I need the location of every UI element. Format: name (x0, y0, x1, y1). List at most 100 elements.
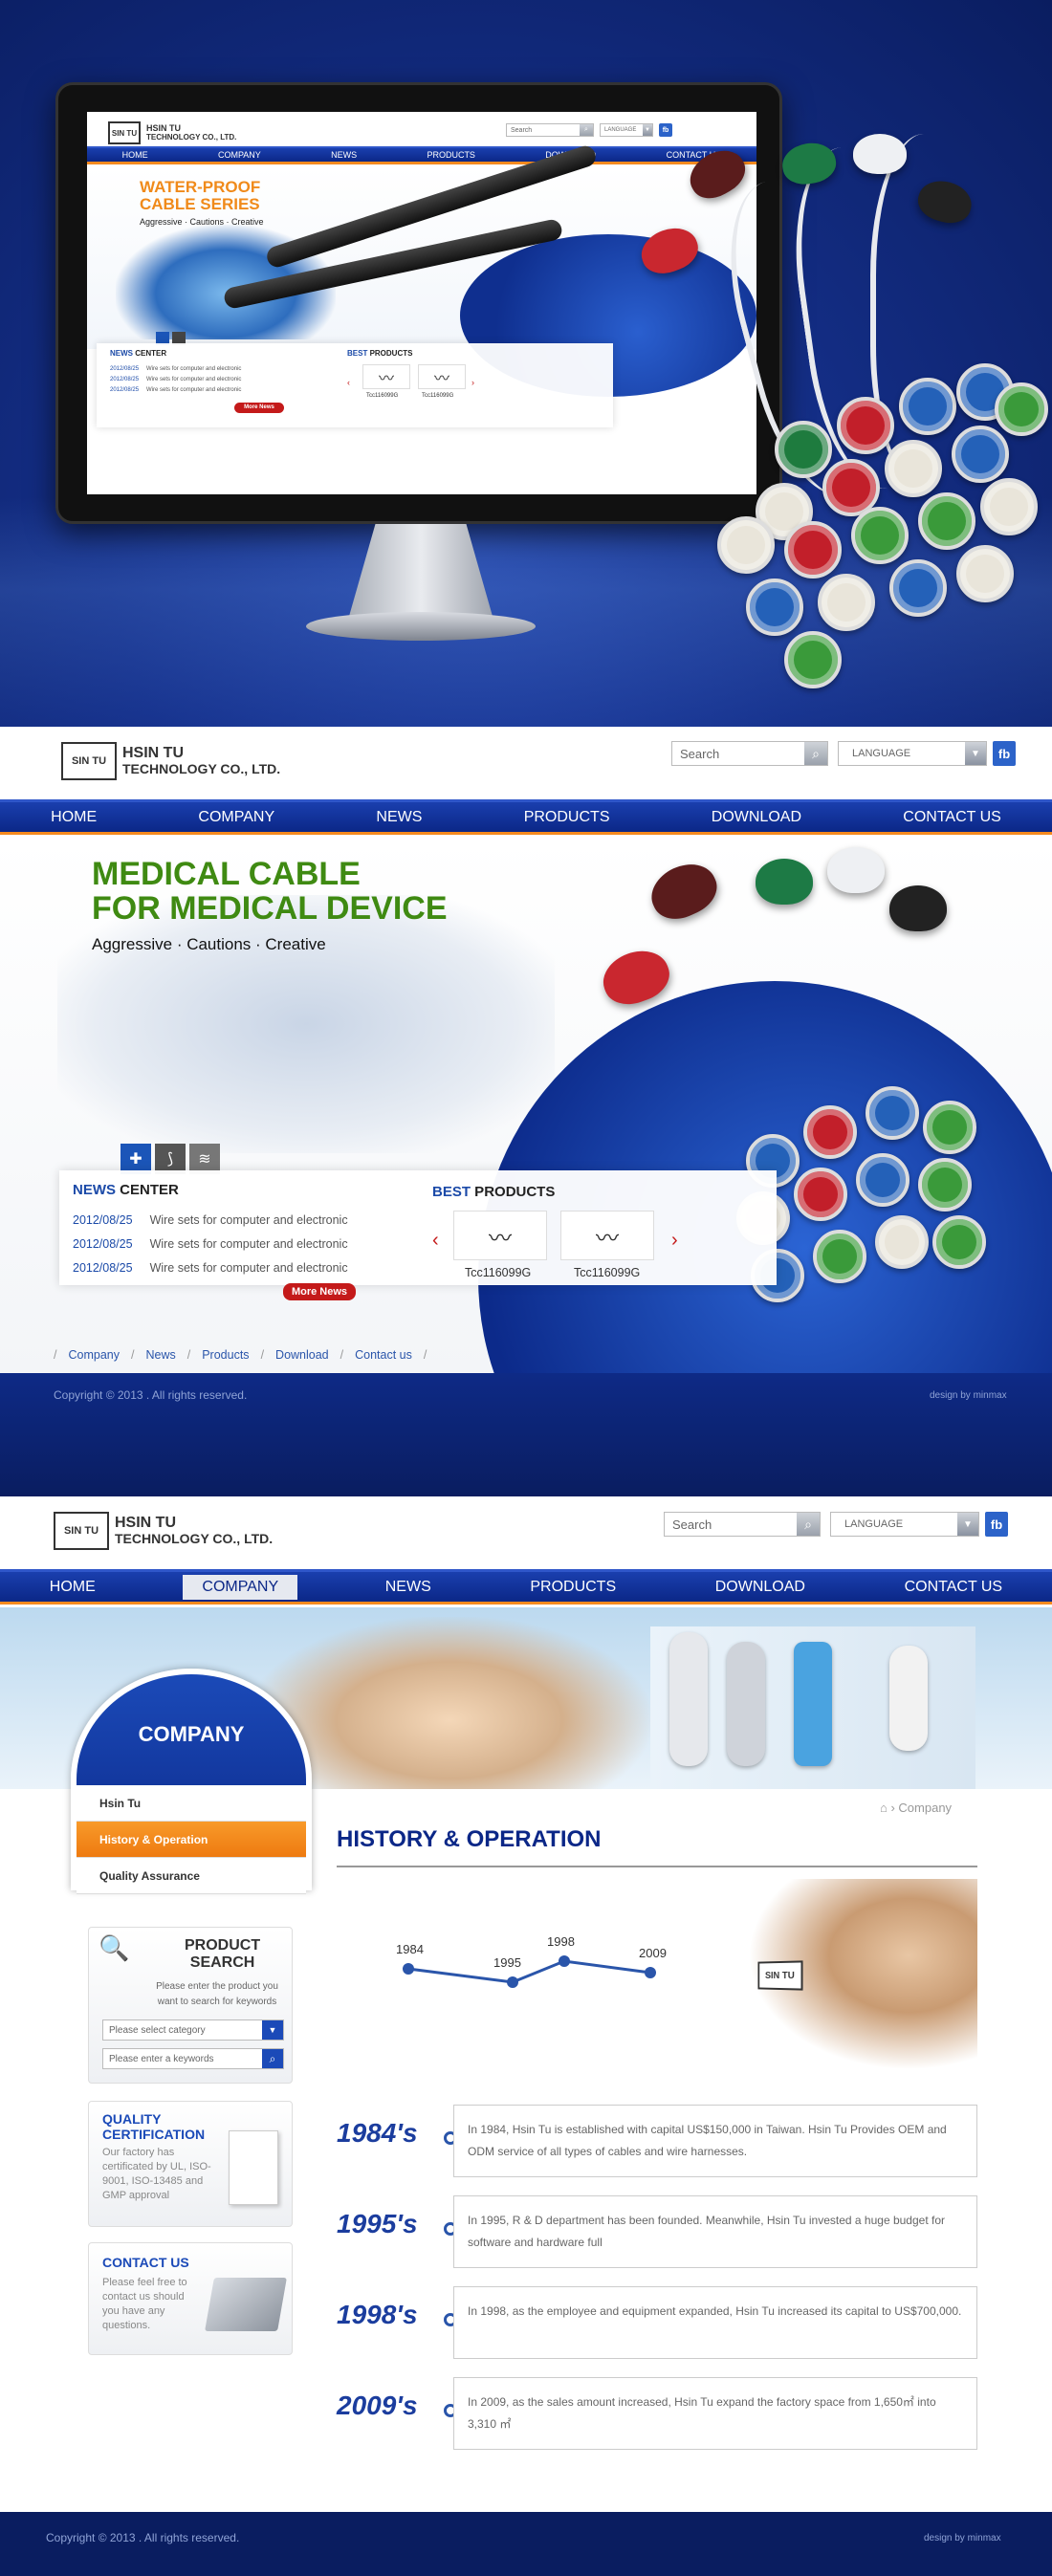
mini-search-icon[interactable]: ⌕ (580, 124, 593, 136)
nav-home[interactable]: HOME (39, 809, 108, 826)
mini-facebook-icon[interactable]: fb (659, 123, 672, 137)
mini-best-title: BEST PRODUCTS (347, 349, 413, 358)
nav-contact[interactable]: CONTACT US (891, 809, 1013, 826)
home-icon[interactable]: ⌂ (880, 1801, 888, 1815)
mini-next-arrow-icon[interactable]: › (471, 378, 474, 387)
footer-link-contact[interactable]: Contact us (355, 1348, 412, 1362)
sidebar-item-quality-assurance[interactable]: Quality Assurance (77, 1858, 306, 1894)
plug-connector-icon (746, 579, 803, 636)
mini-product-name: Tcc116099G (366, 393, 399, 399)
footer-link-news[interactable]: News (145, 1348, 175, 1362)
keyword-input[interactable]: Please enter a keywords ⌕ (102, 2048, 284, 2069)
more-news-button[interactable]: More News (283, 1283, 356, 1300)
nav-news[interactable]: NEWS (364, 809, 433, 826)
mini-logo[interactable]: SIN TU HSIN TU TECHNOLOGY CO., LTD. (108, 121, 236, 144)
mini-brand-sub: TECHNOLOGY CO., LTD. (146, 132, 237, 142)
home-page: SIN TU HSIN TU TECHNOLOGY CO., LTD. Sear… (0, 727, 1052, 1496)
best-products-title: BEST PRODUCTS (432, 1184, 556, 1200)
sidebar-item-history-operation[interactable]: History & Operation (77, 1822, 306, 1858)
language-select[interactable]: LANGUAGE ▼ (830, 1512, 979, 1537)
mini-nav: HOME COMPANY NEWS PRODUCTS DOWNLOAD CONT… (87, 146, 756, 164)
quality-desc: Our factory has certificated by UL, ISO-… (102, 2147, 211, 2201)
nav-contact[interactable]: CONTACT US (893, 1579, 1015, 1596)
timeline-entry: 1995's In 1995, R & D department has bee… (337, 2195, 977, 2268)
quality-title: QUALITY CERTIFICATION (102, 2111, 206, 2142)
mini-prev-arrow-icon[interactable]: ‹ (347, 378, 350, 387)
mini-search-input[interactable]: Search ⌕ (506, 123, 594, 137)
timeline-year: 1984's (337, 2118, 418, 2148)
mini-nav-company[interactable]: COMPANY (207, 150, 273, 160)
timeline-year: 1995's (337, 2209, 418, 2238)
nav-download[interactable]: DOWNLOAD (704, 1579, 817, 1596)
mini-product-thumb[interactable]: 〰 (362, 364, 410, 389)
facebook-icon[interactable]: fb (985, 1512, 1008, 1537)
sidebar-item-hsin-tu[interactable]: Hsin Tu (77, 1785, 306, 1822)
logo[interactable]: SIN TU HSIN TU TECHNOLOGY CO., LTD. (61, 742, 280, 780)
home-banner-title: MEDICAL CABLE FOR MEDICAL DEVICE (92, 856, 448, 927)
mini-news-item[interactable]: 2012/08/25 Wire sets for computer and ele… (110, 364, 241, 375)
nav-home[interactable]: HOME (38, 1579, 107, 1596)
copyright: Copyright © 2013 . All rights reserved. (46, 2531, 240, 2544)
plug-connector-icon (856, 1153, 910, 1207)
timeline-entry: 1998's In 1998, as the employee and equi… (337, 2286, 977, 2359)
plug-connector-icon (899, 378, 956, 435)
facebook-icon[interactable]: fb (993, 741, 1016, 766)
product-thumb[interactable]: 〰 (453, 1211, 547, 1260)
news-item[interactable]: 2012/08/25 Wire sets for computer and ele… (73, 1209, 348, 1233)
search-input[interactable]: Search ⌕ (664, 1512, 821, 1537)
product-thumb[interactable]: 〰 (560, 1211, 654, 1260)
nav-products[interactable]: PRODUCTS (518, 1579, 627, 1596)
prev-arrow-icon[interactable]: ‹ (432, 1230, 439, 1252)
mini-language-select[interactable]: LANGUAGE ▼ (600, 123, 653, 137)
category-select[interactable]: Please select category ▼ (102, 2019, 284, 2041)
contact-card[interactable]: CONTACT US Please feel free to contact u… (88, 2242, 293, 2355)
search-icon[interactable]: ⌕ (262, 2049, 283, 2068)
footer-link-download[interactable]: Download (275, 1348, 329, 1362)
search-icon[interactable]: ⌕ (804, 742, 827, 765)
product-search-title: PRODUCT SEARCH (185, 1937, 261, 1971)
nav-news[interactable]: NEWS (374, 1579, 443, 1596)
mini-product-thumb[interactable]: 〰 (418, 364, 466, 389)
logo[interactable]: SIN TU HSIN TU TECHNOLOGY CO., LTD. (54, 1512, 273, 1550)
design-credit[interactable]: design by minmax (924, 2533, 1001, 2543)
snap-connector-icon (853, 134, 907, 174)
design-credit[interactable]: design by minmax (930, 1390, 1007, 1401)
company-footer: Copyright © 2013 . All rights reserved. … (0, 2512, 1052, 2576)
language-select[interactable]: LANGUAGE ▼ (838, 741, 987, 766)
nav-download[interactable]: DOWNLOAD (700, 809, 813, 826)
plug-connector-icon (813, 1230, 866, 1283)
floating-logo-icon: SIN TU (757, 1960, 803, 1991)
chart-year-label: 2009 (639, 1946, 667, 1960)
search-input[interactable]: Search ⌕ (671, 741, 828, 766)
plug-connector-icon (717, 516, 775, 574)
copyright: Copyright © 2013 . All rights reserved. (54, 1388, 248, 1402)
search-icon[interactable]: ⌕ (797, 1513, 820, 1536)
mini-banner-title: WATER-PROOF CABLE SERIES (140, 178, 261, 213)
logo-mark-icon: SIN TU (61, 742, 117, 780)
snap-connector-icon (596, 942, 676, 1013)
mini-nav-home[interactable]: HOME (111, 150, 160, 160)
plug-connector-icon (875, 1215, 929, 1269)
quality-card[interactable]: QUALITY CERTIFICATION Our factory has ce… (88, 2101, 293, 2227)
news-item[interactable]: 2012/08/25 Wire sets for computer and ele… (73, 1256, 348, 1280)
chevron-down-icon[interactable]: ▼ (262, 2020, 283, 2040)
footer-link-company[interactable]: Company (68, 1348, 120, 1362)
chevron-down-icon: ▼ (965, 742, 986, 765)
nav-products[interactable]: PRODUCTS (513, 809, 622, 826)
timeline-entry: 2009's In 2009, as the sales amount incr… (337, 2377, 977, 2450)
next-arrow-icon[interactable]: › (671, 1230, 678, 1252)
footer-link-products[interactable]: Products (202, 1348, 249, 1362)
mini-nav-products[interactable]: PRODUCTS (415, 150, 487, 160)
news-item[interactable]: 2012/08/25 Wire sets for computer and ele… (73, 1233, 348, 1256)
company-page: SIN TU HSIN TU TECHNOLOGY CO., LTD. Sear… (0, 1496, 1052, 2576)
sensor-image (889, 1646, 928, 1751)
mini-news-item[interactable]: 2012/08/25 Wire sets for computer and ele… (110, 385, 241, 396)
plug-connector-icon (980, 478, 1038, 535)
mini-more-news-button[interactable]: More News (234, 403, 284, 413)
nav-company[interactable]: COMPANY (183, 1574, 298, 1600)
nav-company[interactable]: COMPANY (186, 809, 286, 826)
mini-nav-news[interactable]: NEWS (319, 150, 368, 160)
mini-news-item[interactable]: 2012/08/25 Wire sets for computer and ele… (110, 375, 241, 385)
timeline-text: In 1995, R & D department has been found… (453, 2195, 977, 2268)
sensor-image (669, 1632, 708, 1766)
